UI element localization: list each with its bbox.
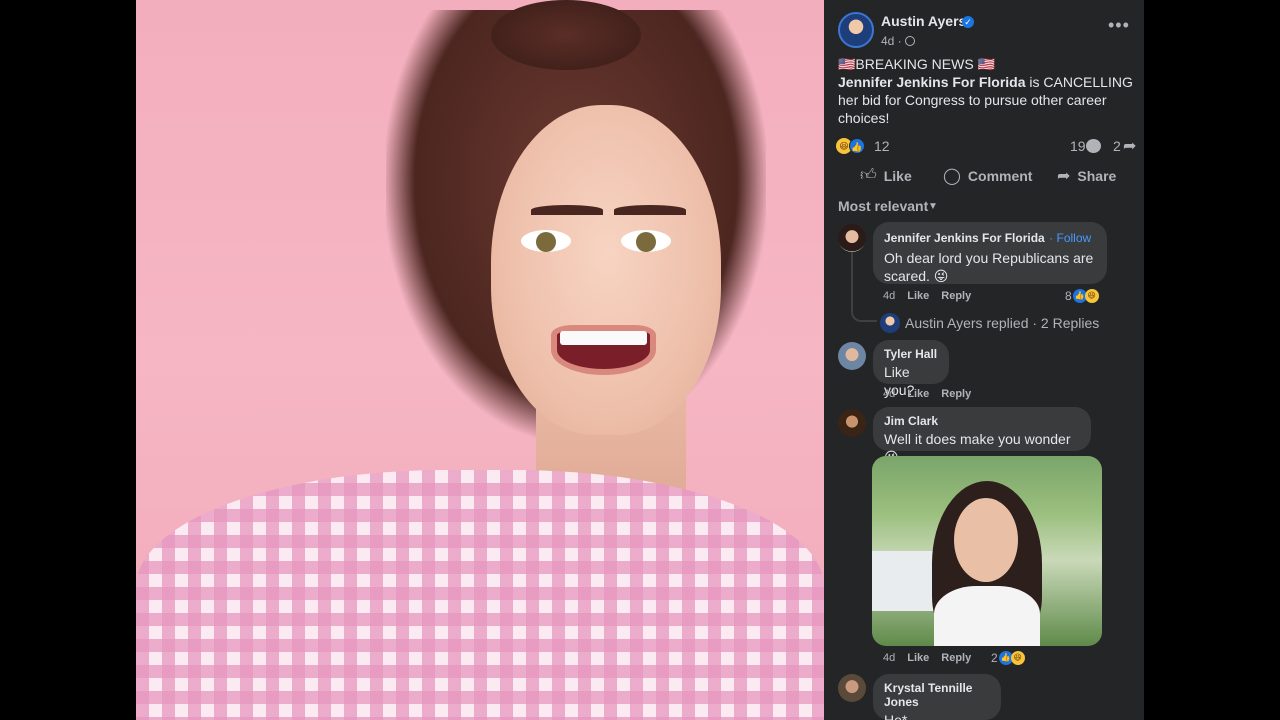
comment-like-link[interactable]: Like [907,290,929,302]
left-eyebrow [531,205,603,215]
replier-avatar [880,313,900,333]
comment-text: He* [884,712,908,720]
more-options-icon[interactable]: ••• [1108,16,1130,34]
commenter-avatar[interactable] [838,342,866,370]
commenter-name[interactable]: Krystal Tennille Jones [884,681,990,709]
haha-reaction-icon: 😆 [1084,289,1099,303]
comment-image[interactable] [872,456,1102,646]
comment-bubble: Jennifer Jenkins For Florida · Follow Oh… [873,222,1107,284]
share-label: Share [1077,168,1117,184]
share-count[interactable]: 2 [1113,138,1121,154]
comment-meta: 4d Like Reply [883,388,983,400]
post-headline: 🇺🇸BREAKING NEWS 🇺🇸 [838,56,995,72]
comment-count[interactable]: 19 [1070,138,1086,154]
verified-badge-icon: ✓ [962,16,974,28]
mention-link[interactable]: Jennifer Jenkins For Florida [838,74,1026,90]
face [954,498,1018,582]
action-bar: 👍︎ Like ◯ Comment ➦ Share [824,160,1144,190]
comment-meta: 4d Like Reply [883,290,983,302]
post-timestamp[interactable]: 4d · [881,34,902,48]
commenter-avatar[interactable] [838,409,866,437]
like-button[interactable]: 👍︎ Like [860,166,912,185]
comment-bubble: Tyler Hall Like you? [873,340,949,398]
reaction-icons[interactable]: 😆 👍 [836,137,865,155]
comment-like-link[interactable]: Like [907,388,929,400]
comment-text: Oh dear lord you Republicans are scared.… [884,250,1094,284]
share-icon: ➦ [1057,168,1071,185]
comment-reply-link[interactable]: Reply [941,290,971,302]
face [491,105,721,435]
teeth [560,331,647,345]
post-photo[interactable] [136,0,824,720]
comment-reaction-count: 2 [991,651,998,665]
comment-reactions[interactable]: 8 👍 😆 [1065,289,1099,303]
like-reaction-icon: 👍 [849,137,865,154]
comment-button[interactable]: ◯ Comment [943,166,1032,186]
comment-time[interactable]: 4d [883,290,895,302]
comment-bubble: Jim Clark Well it does make you wonder😜 [873,407,1091,465]
right-eyebrow [614,205,686,215]
commenter-name[interactable]: Jim Clark [884,414,1080,428]
white-top [934,586,1040,646]
reaction-count[interactable]: 12 [874,138,890,154]
comment-bubble: Krystal Tennille Jones He* [873,674,1001,720]
post-panel: Austin Ayers ✓ 4d · ••• 🇺🇸BREAKING NEWS … [824,0,1144,720]
commenter-avatar[interactable] [838,224,866,252]
thumbs-up-icon: 👍︎ [860,167,877,184]
comment-count-icon [1086,139,1101,153]
comment-time[interactable]: 4d [883,652,895,664]
post-text: 🇺🇸BREAKING NEWS 🇺🇸 Jennifer Jenkins For … [838,55,1138,127]
haha-reaction-icon: 😆 [1010,651,1025,665]
right-eye [621,230,671,252]
commenter-avatar[interactable] [838,674,866,702]
comment-like-link[interactable]: Like [907,652,929,664]
reply-thread-line [851,252,877,322]
commenter-name[interactable]: Jennifer Jenkins For Florida [884,231,1045,245]
view-replies-link[interactable]: Austin Ayers replied · 2 Replies [905,315,1099,331]
comment-meta: 4d Like Reply [883,652,983,664]
share-button[interactable]: ➦ Share [1057,166,1116,186]
sort-dropdown[interactable]: Most relevant [838,198,928,214]
comment-reaction-count: 8 [1065,289,1072,303]
globe-icon [905,36,915,46]
gingham-shirt [136,470,824,720]
follow-link[interactable]: · Follow [1049,231,1091,245]
author-name[interactable]: Austin Ayers [881,13,966,29]
comment-reactions[interactable]: 2 👍 😆 [991,651,1025,665]
left-eye [521,230,571,252]
like-label: Like [883,167,912,184]
comment-label: Comment [967,168,1033,184]
comment-time[interactable]: 4d [883,388,895,400]
share-count-icon: ➦ [1123,138,1137,155]
commenter-name[interactable]: Tyler Hall [884,347,938,361]
comment-icon: ◯ [943,168,961,185]
chevron-down-icon[interactable]: ▼ [928,201,938,212]
author-avatar[interactable] [838,12,874,48]
comment-reply-link[interactable]: Reply [941,388,971,400]
comment-reply-link[interactable]: Reply [941,652,971,664]
hair-bun [491,0,641,70]
